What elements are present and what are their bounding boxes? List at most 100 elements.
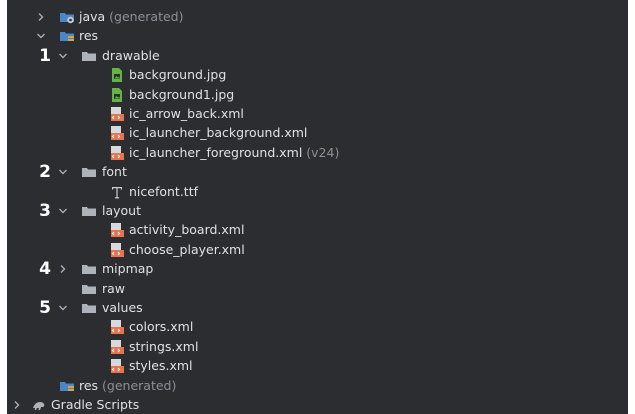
tree-item-label: ic_launcher_background.xml — [129, 123, 307, 143]
tree-item-name: activity_board.xml — [129, 222, 245, 238]
tree-item-name: strings.xml — [129, 338, 199, 354]
java-generated-folder-icon — [59, 9, 75, 25]
tree-item-label: values — [102, 298, 143, 318]
tree-item-label: res — [79, 26, 98, 46]
folder-icon — [81, 48, 97, 64]
tree-row[interactable]: 1 drawable — [7, 46, 628, 66]
tree-row[interactable]: java (generated) — [7, 7, 628, 27]
chevron-down-icon[interactable] — [57, 201, 69, 221]
xml-file-icon — [109, 145, 125, 161]
chevron-down-icon[interactable] — [35, 26, 47, 46]
tree-item-label: font — [102, 162, 127, 182]
tree-item-name: values — [102, 300, 143, 315]
xml-file-icon — [109, 358, 125, 374]
folder-icon — [81, 203, 97, 219]
xml-file-icon — [109, 339, 125, 355]
tree-item-suffix: (v24) — [302, 144, 340, 160]
chevron-down-icon[interactable] — [57, 162, 69, 182]
tree-row[interactable]: background1.jpg — [7, 85, 628, 105]
annotation-number: 3 — [39, 201, 51, 221]
tree-row[interactable]: 5 values — [7, 298, 628, 318]
tree-row[interactable]: styles.xml — [7, 356, 628, 376]
xml-file-icon — [109, 125, 125, 141]
tree-row[interactable]: activity_board.xml — [7, 220, 628, 240]
tree-item-name: background.jpg — [129, 67, 227, 83]
image-file-icon — [109, 67, 125, 83]
annotation-number: 2 — [39, 162, 51, 183]
tree-item-label: ic_arrow_back.xml — [129, 104, 244, 124]
tree-item-name: choose_player.xml — [129, 241, 245, 257]
tree-item-label: layout — [102, 201, 141, 221]
xml-file-icon — [109, 242, 125, 258]
tree-row[interactable]: nicefont.ttf — [7, 182, 628, 202]
image-file-icon — [109, 87, 125, 103]
tree-row[interactable]: res — [7, 26, 628, 46]
tree-item-label: styles.xml — [129, 356, 193, 376]
tree-item-label: res (generated) — [79, 376, 176, 396]
tree-item-name: drawable — [102, 47, 160, 63]
tree-item-suffix: (generated) — [105, 9, 184, 24]
project-tree-panel: java (generated) res 1 drawable background.j… — [7, 0, 628, 414]
tree-row[interactable]: strings.xml — [7, 337, 628, 357]
resource-folder-icon — [59, 28, 75, 44]
tree-item-label: java (generated) — [79, 7, 184, 27]
tree-item-name: ic_arrow_back.xml — [129, 106, 244, 121]
xml-file-icon — [109, 222, 125, 238]
tree-row[interactable]: ic_launcher_background.xml — [7, 123, 628, 143]
folder-icon — [81, 281, 97, 297]
tree-row[interactable]: ic_arrow_back.xml — [7, 104, 628, 124]
tree-item-label: strings.xml — [129, 337, 198, 357]
tree-item-label: Gradle Scripts — [51, 395, 139, 414]
tree-item-name: java — [79, 9, 106, 24]
tree-item-suffix: (generated) — [98, 377, 177, 393]
tree-item-label: background.jpg — [129, 65, 226, 85]
tree-item-label: ic_launcher_foreground.xml (v24) — [129, 143, 339, 163]
folder-icon — [81, 261, 97, 277]
resource-folder-icon — [59, 378, 75, 394]
tree-item-label: nicefont.ttf — [129, 182, 198, 202]
tree-item-name: Gradle Scripts — [51, 397, 140, 412]
tree-row[interactable]: 3 layout — [7, 201, 628, 221]
xml-file-icon — [109, 106, 125, 122]
annotation-number: 5 — [39, 298, 51, 318]
tree-item-label: drawable — [102, 46, 160, 66]
chevron-right-icon[interactable] — [57, 259, 69, 279]
gradle-icon — [31, 397, 47, 413]
tree-item-label: colors.xml — [129, 317, 193, 337]
tree-item-label: mipmap — [102, 259, 153, 279]
tree-item-name: colors.xml — [129, 319, 194, 335]
annotation-number: 1 — [39, 45, 51, 66]
tree-item-name: font — [102, 164, 127, 180]
tree-item-label: activity_board.xml — [129, 220, 244, 240]
font-file-icon — [109, 184, 125, 200]
chevron-right-icon[interactable] — [35, 7, 47, 27]
tree-item-name: background1.jpg — [129, 86, 235, 102]
chevron-down-icon[interactable] — [57, 298, 69, 318]
tree-row[interactable]: colors.xml — [7, 317, 628, 337]
tree-row[interactable]: res (generated) — [7, 376, 628, 396]
chevron-down-icon[interactable] — [57, 46, 69, 66]
tree-item-name: styles.xml — [129, 358, 193, 374]
xml-file-icon — [109, 319, 125, 335]
tree-item-label: choose_player.xml — [129, 240, 245, 260]
folder-icon — [81, 164, 97, 180]
tree-item-name: res — [79, 28, 99, 44]
tree-row[interactable]: background.jpg — [7, 65, 628, 85]
tree-row[interactable]: raw — [7, 279, 628, 299]
tree-item-name: raw — [102, 280, 126, 296]
tree-row[interactable]: choose_player.xml — [7, 240, 628, 260]
tree-row[interactable]: Gradle Scripts — [7, 395, 628, 414]
folder-icon — [81, 300, 97, 316]
tree-row[interactable]: 4 mipmap — [7, 259, 628, 279]
tree-item-name: mipmap — [102, 261, 154, 277]
annotation-number: 4 — [39, 259, 51, 280]
tree-item-name: ic_launcher_background.xml — [129, 125, 308, 141]
tree-item-name: nicefont.ttf — [129, 183, 199, 199]
chevron-right-icon[interactable] — [11, 395, 23, 414]
tree-item-name: ic_launcher_foreground.xml — [129, 144, 303, 160]
tree-item-name: layout — [102, 203, 142, 218]
tree-row[interactable]: ic_launcher_foreground.xml (v24) — [7, 143, 628, 163]
tree-item-label: raw — [102, 279, 125, 299]
tree-row[interactable]: 2 font — [7, 162, 628, 182]
tree-item-name: res — [79, 377, 99, 393]
